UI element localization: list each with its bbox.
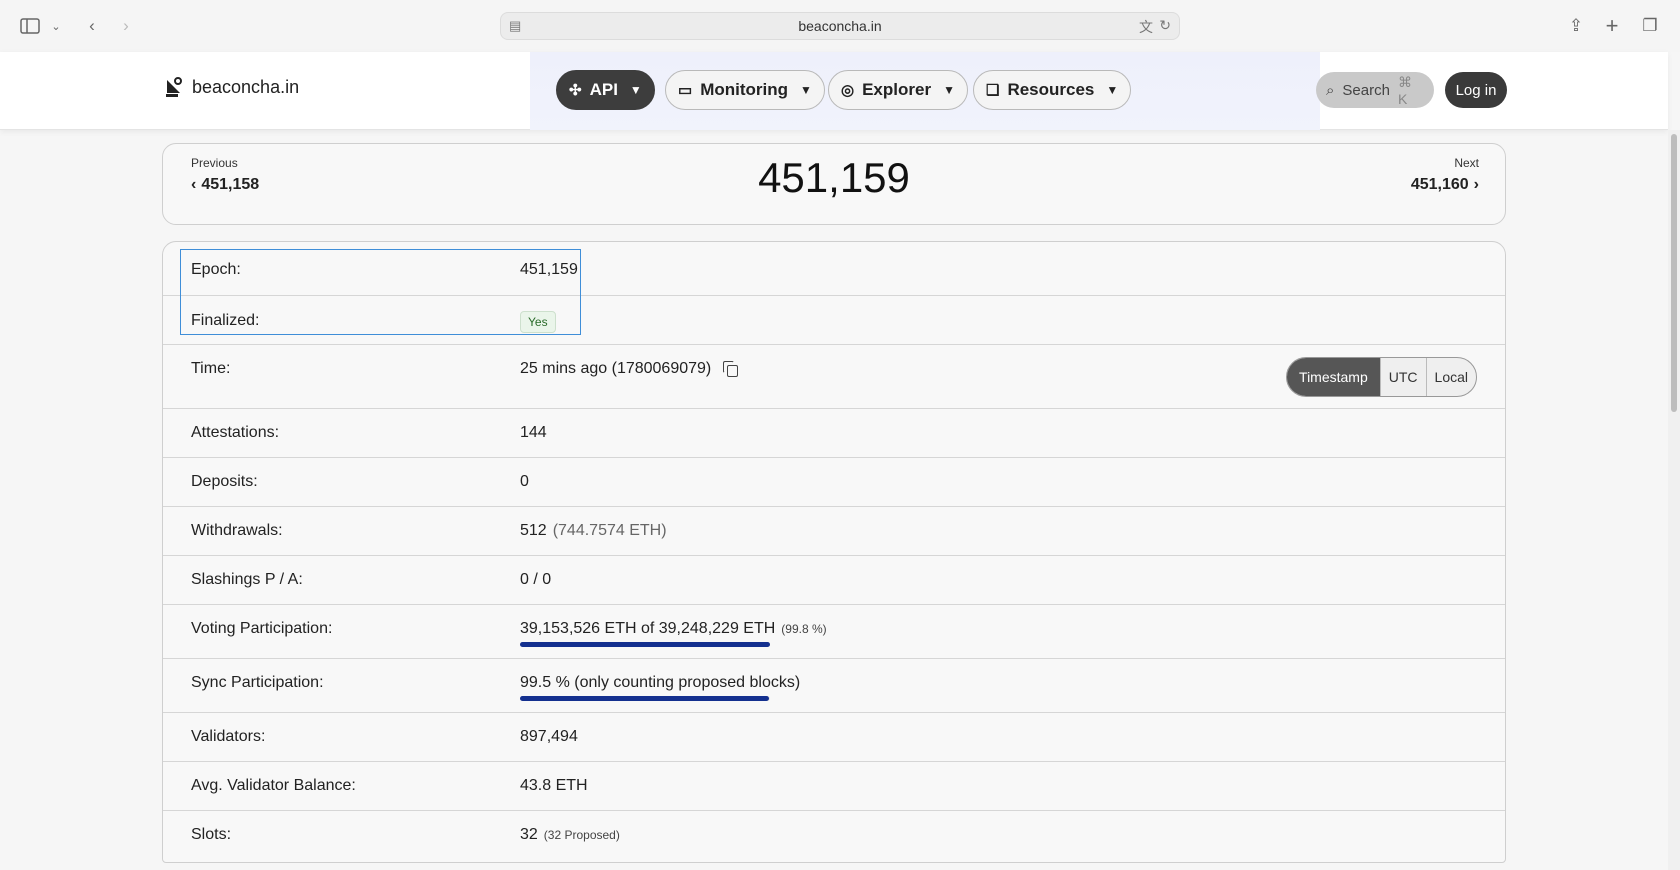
epoch-label: Epoch: [191,261,241,278]
sync-value: 99.5 % (only counting proposed blocks) [520,674,801,691]
nav-resources-label: Resources [1007,80,1095,99]
tabs-overview-icon[interactable]: ❐ [1638,14,1662,38]
slots-proposed: (32 Proposed) [543,828,620,842]
row-epoch: Epoch: 451,159 [163,242,1505,295]
back-icon[interactable]: ‹ [80,14,104,38]
validators-label: Validators: [191,728,266,745]
withdrawals-value[interactable]: 512 [520,522,547,540]
row-withdrawals: Withdrawals: 512 (744.7574 ETH) [163,506,1505,555]
voting-value: 39,153,526 ETH of 39,248,229 ETH [520,620,776,637]
deposits-label: Deposits: [191,473,258,490]
share-icon[interactable]: ⇪ [1564,14,1588,38]
avg-balance-value: 43.8 ETH [520,777,588,794]
slots-label: Slots: [191,826,232,843]
compass-icon: ◎ [841,82,855,99]
deposits-value: 0 [520,473,529,490]
row-deposits: Deposits: 0 [163,457,1505,506]
search-shortcut: ⌘ K [1397,73,1412,107]
chevron-down-icon: ▼ [1106,83,1119,97]
api-icon: ✣ [569,82,582,99]
nav-explorer-button[interactable]: ◎ Explorer ▼ [828,70,968,110]
page-title: 451,159 [758,154,910,201]
timestamp-button[interactable]: Timestamp [1287,358,1380,396]
row-slashings: Slashings P / A: 0 / 0 [163,555,1505,604]
row-slots: Slots: 32 (32 Proposed) [163,810,1505,862]
slots-value: 32 [520,826,538,843]
nav-monitoring-label: Monitoring [700,80,788,99]
sync-label: Sync Participation: [191,674,324,691]
nav-monitoring-button[interactable]: ▭ Monitoring ▼ [665,70,825,110]
search-label: Search [1342,81,1390,99]
voting-percent: (99.8 %) [781,622,827,636]
epoch-navigation: Previous ‹ 451,158 451,159 Next 451,160 › [162,143,1506,225]
logo-text: beaconcha.in [192,76,300,97]
search-button[interactable]: ⌕ Search ⌘ K [1316,72,1434,108]
logo[interactable]: beaconcha.in [164,76,299,98]
next-label: Next [1454,156,1479,170]
voting-progress-bar [520,642,770,647]
finalized-label: Finalized: [191,312,260,329]
address-bar[interactable]: ▤ beaconcha.in 文 ↻ [500,12,1180,40]
row-attestations: Attestations: 144 [163,408,1505,457]
sync-progress-bar [520,696,770,701]
scrollbar-thumb[interactable] [1671,134,1677,412]
attestations-value: 144 [520,424,547,441]
status-badge: Yes [520,311,556,333]
slashings-label: Slashings P / A: [191,571,303,588]
copy-icon[interactable] [723,361,739,377]
book-icon: ❏ [986,82,1000,99]
voting-label: Voting Participation: [191,620,333,637]
chevron-down-icon[interactable]: ⌄ [44,14,68,38]
login-button[interactable]: Log in [1445,72,1507,108]
new-tab-icon[interactable]: + [1600,13,1624,38]
page-icon: ▤ [509,18,522,33]
nav-explorer-label: Explorer [862,80,932,99]
scrollbar[interactable] [1668,130,1680,870]
chevron-down-icon: ▼ [800,83,812,97]
row-avg-balance: Avg. Validator Balance: 43.8 ETH [163,761,1505,810]
row-validators: Validators: 897,494 [163,712,1505,761]
withdrawals-amount: (744.7574 ETH) [552,522,667,539]
browser-toolbar: ⌄ ‹ › ▤ beaconcha.in 文 ↻ ⇪ + ❐ [0,0,1680,52]
next-epoch-link[interactable]: Next 451,160 › [1411,156,1479,194]
translate-icon[interactable]: 文 [1139,17,1153,37]
withdrawals-label: Withdrawals: [191,522,283,539]
chevron-down-icon: ▼ [943,83,955,97]
chevron-right-icon: › [1473,176,1479,193]
attestations-label: Attestations: [191,424,280,441]
chevron-down-icon: ▼ [629,83,642,97]
slashings-value: 0 / 0 [520,571,552,588]
validators-value: 897,494 [520,728,578,745]
sync-progress-fill [520,696,769,701]
epoch-details: Epoch: 451,159 Finalized: Yes Time: 25 m… [162,241,1506,863]
local-button[interactable]: Local [1425,358,1476,396]
time-format-toggle: Timestamp UTC Local [1286,357,1477,397]
time-label: Time: [191,360,231,377]
avg-balance-label: Avg. Validator Balance: [191,777,356,794]
next-value: 451,160 [1410,176,1469,193]
url-text: beaconcha.in [798,18,882,34]
reload-icon[interactable]: ↻ [1159,17,1171,34]
nav-api-label: API [589,80,618,99]
sidebar-toggle-icon[interactable] [18,14,42,38]
row-sync-participation: Sync Participation: 99.5 % (only countin… [163,658,1505,712]
site-header: beaconcha.in ✣ API ▼ ▭ Monitoring ▼ ◎ Ex… [0,52,1668,130]
nav-resources-button[interactable]: ❏ Resources ▼ [973,70,1132,110]
time-value: 25 mins ago (1780069079) [520,360,712,377]
row-voting-participation: Voting Participation: 39,153,526 ETH of … [163,604,1505,658]
utc-button[interactable]: UTC [1379,358,1426,396]
nav-api-button[interactable]: ✣ API ▼ [556,70,655,110]
voting-progress-fill [520,642,770,647]
satellite-dish-icon [164,76,184,98]
row-finalized: Finalized: Yes [163,295,1505,344]
row-time: Time: 25 mins ago (1780069079) Timestamp… [163,344,1505,408]
search-icon: ⌕ [1326,81,1335,99]
epoch-value: 451,159 [520,261,578,278]
forward-icon[interactable]: › [114,14,138,38]
monitor-icon: ▭ [678,82,693,99]
